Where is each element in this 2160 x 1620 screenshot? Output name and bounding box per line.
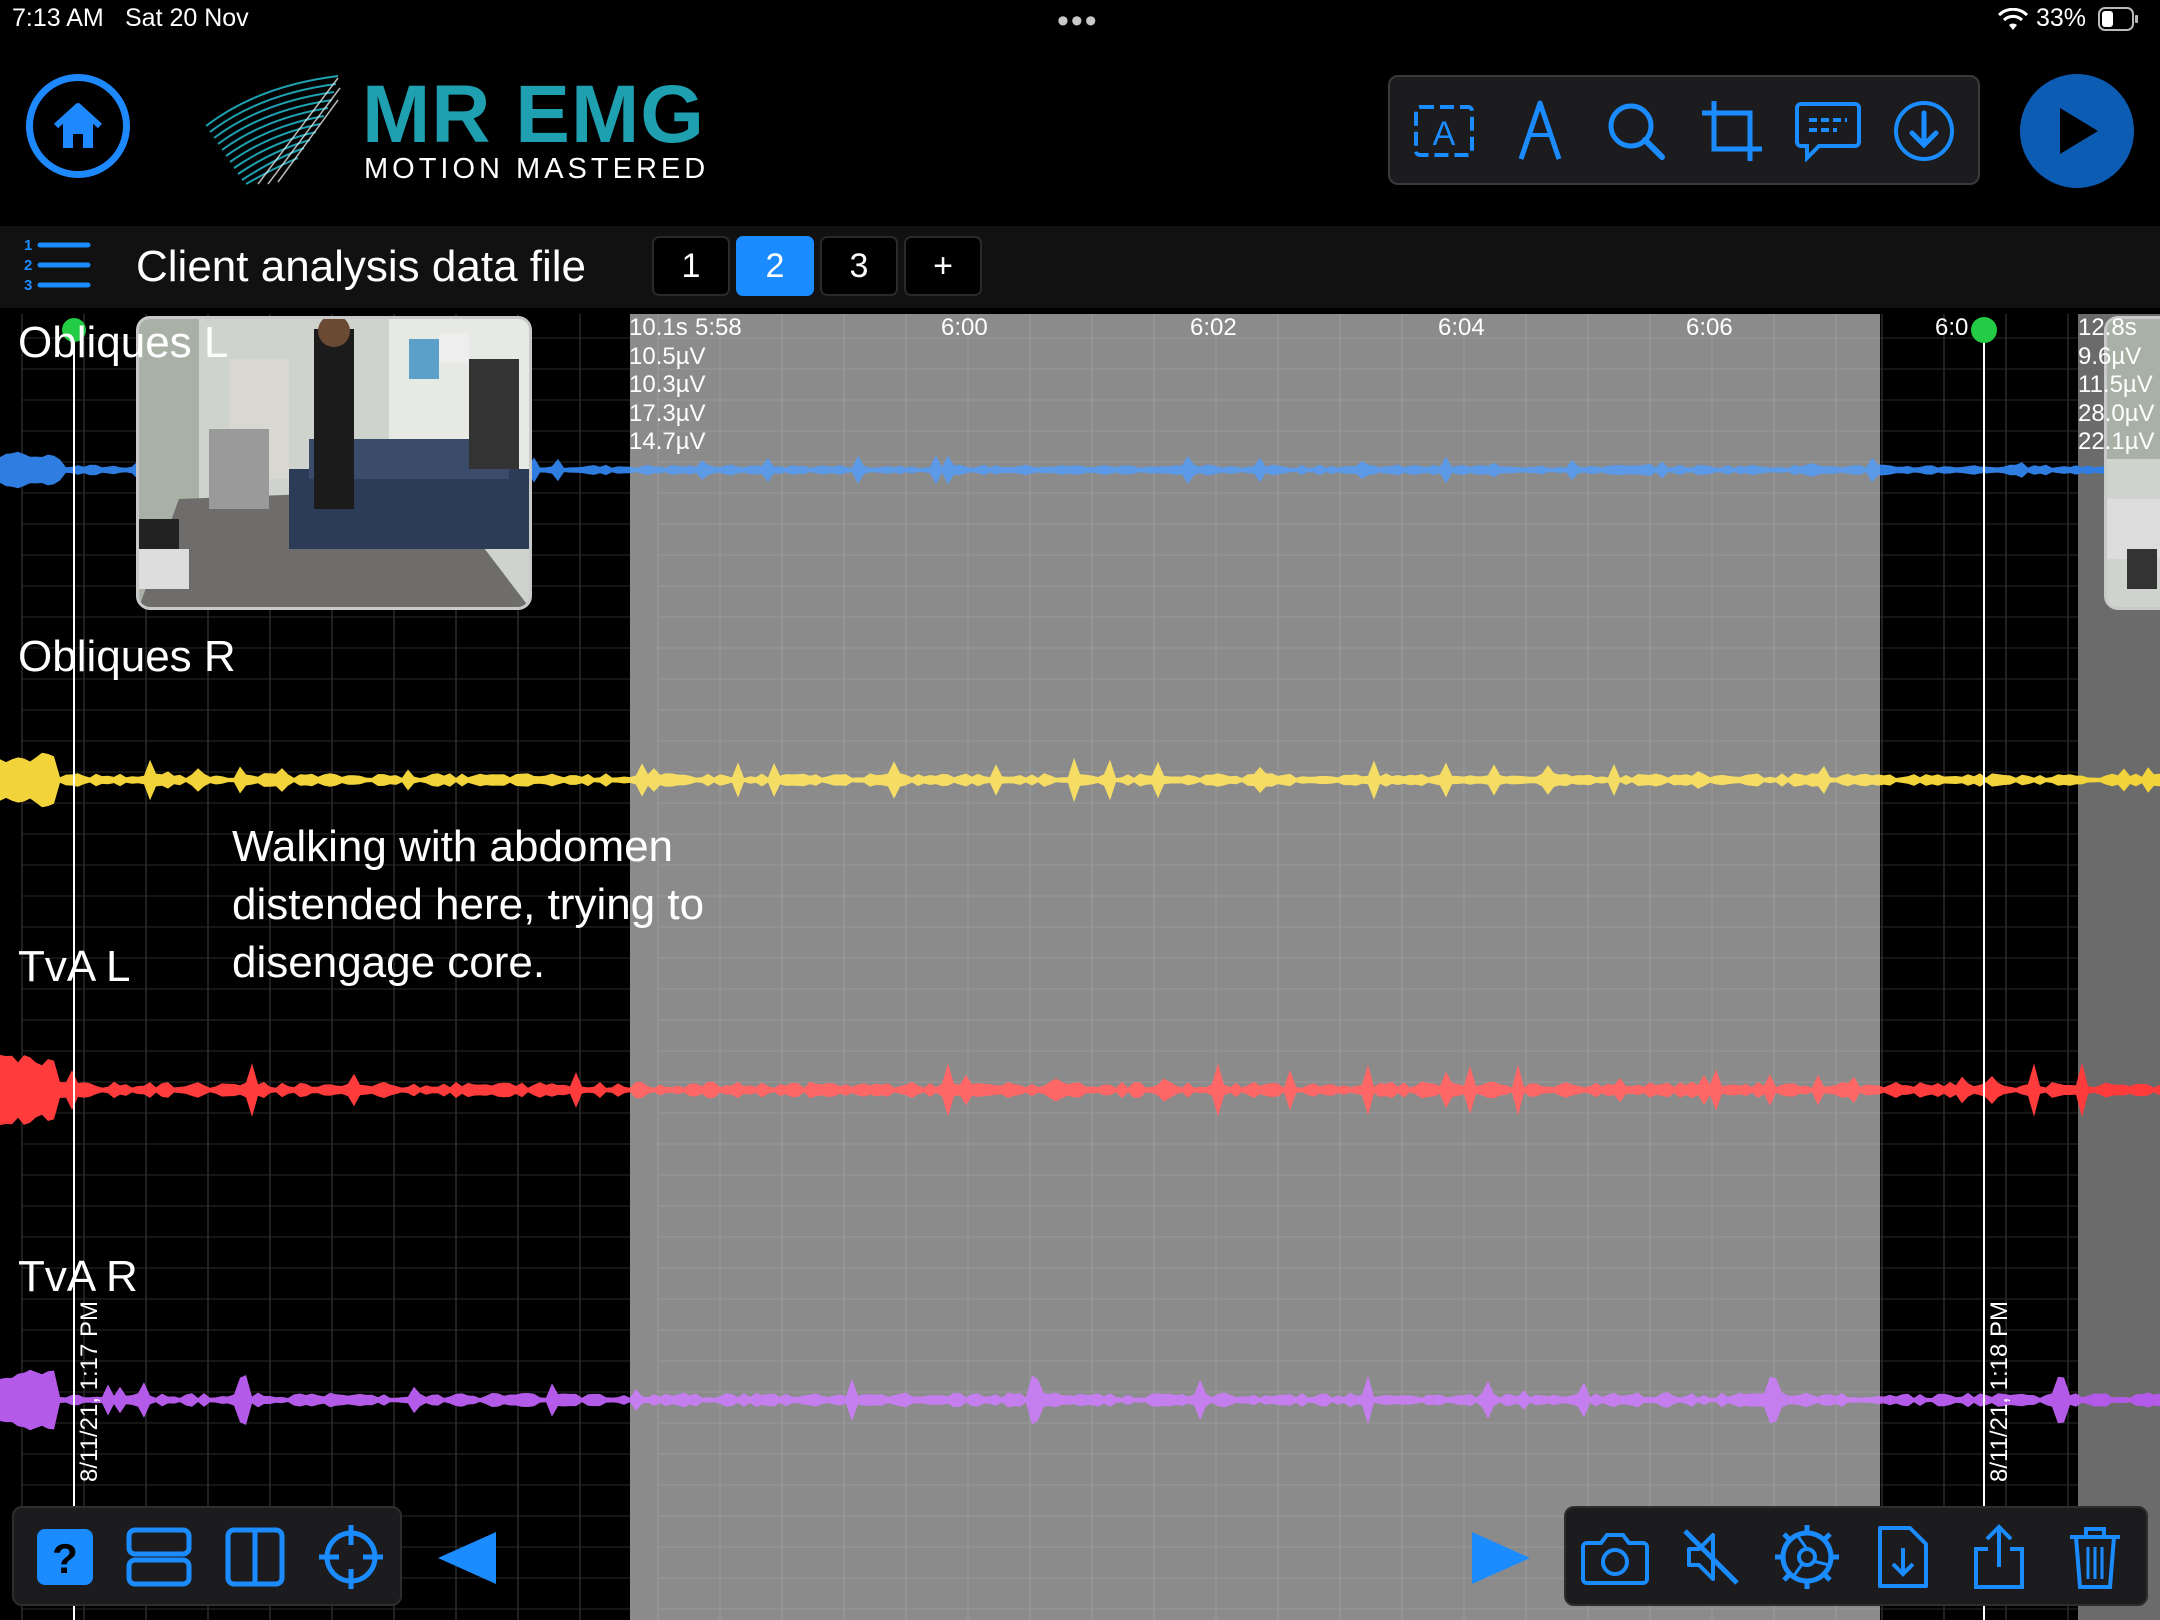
battery-icon (2098, 6, 2140, 37)
mute-icon[interactable] (1676, 1522, 1746, 1592)
crosshair-icon[interactable] (316, 1522, 386, 1592)
share-icon[interactable] (1964, 1522, 2034, 1592)
annotation-note[interactable]: Walking with abdomen distended here, try… (232, 818, 792, 992)
svg-text:1: 1 (24, 237, 32, 254)
stacked-view-icon[interactable] (124, 1522, 194, 1592)
page-tab-3[interactable]: 3 (820, 236, 898, 296)
page-tab-1[interactable]: 1 (652, 236, 730, 296)
readout-right: 12.8s 9.6µV 11.5µV 28.0µV 22.1µV (2078, 314, 2155, 457)
readout-left-value: 10.5µV (629, 342, 706, 370)
timestamp-right: 8/11/21, 1:18 PM (1986, 1300, 2013, 1482)
crop-icon[interactable] (1696, 95, 1768, 167)
annotation-toolbar: A (1388, 75, 1980, 185)
wifi-icon (1997, 7, 2029, 37)
channel-label-obliques-r: Obliques R (18, 632, 236, 681)
status-date: Sat 20 Nov (125, 4, 249, 32)
comment-icon[interactable] (1792, 95, 1864, 167)
camera-icon[interactable] (1580, 1522, 1650, 1592)
page-tab-2[interactable]: 2 (736, 236, 814, 296)
help-icon[interactable]: ? (30, 1522, 100, 1592)
time-tick: 5:58 (695, 314, 742, 341)
add-page-button[interactable]: + (904, 236, 982, 296)
svg-text:A: A (1433, 115, 1456, 153)
selection-tint (630, 314, 1880, 1620)
channel-label-tva-r: TvA R (18, 1252, 138, 1301)
channel-label-obliques-l: Obliques L (18, 318, 229, 367)
file-title: Client analysis data file (136, 242, 587, 291)
channel-label-tva-l: TvA L (18, 942, 131, 991)
pen-icon[interactable] (1504, 95, 1576, 167)
time-tick: 6:04 (1438, 314, 1485, 341)
download-icon[interactable] (1888, 95, 1960, 167)
readout-left-value: 10.3µV (629, 371, 706, 398)
text-box-icon[interactable]: A (1408, 95, 1480, 167)
readout-left-value: 17.3µV (629, 399, 706, 427)
split-view-icon[interactable] (220, 1522, 290, 1592)
play-button[interactable] (2020, 74, 2134, 188)
settings-icon[interactable] (1772, 1522, 1842, 1592)
home-icon (53, 103, 103, 148)
view-toolbar: ? (12, 1506, 402, 1606)
next-arrow-icon[interactable] (1470, 1530, 1532, 1591)
readout-right-value: 28.0µV (2078, 399, 2155, 427)
home-button[interactable] (26, 74, 130, 178)
readout-left-value: 14.7µV (629, 428, 706, 455)
svg-text:2: 2 (24, 257, 32, 274)
logo-mark-icon (205, 75, 341, 185)
time-tick: 6:0 (1935, 314, 1969, 341)
play-icon (2060, 108, 2098, 154)
readout-right-value: 11.5µV (2078, 371, 2153, 398)
readout-right-value: 22.1µV (2078, 428, 2155, 455)
brand-name: MR EMG (362, 69, 706, 160)
battery-percent: 33% (2036, 4, 2087, 32)
search-icon[interactable] (1600, 95, 1672, 167)
page-list-icon[interactable]: 1 2 3 (22, 236, 92, 299)
previous-arrow-icon[interactable] (436, 1530, 498, 1591)
brand-tagline: MOTION MASTERED (364, 153, 710, 185)
readout-right-duration: 12.8s (2078, 314, 2137, 341)
time-tick: 6:02 (1190, 314, 1237, 341)
multitask-dots[interactable]: ••• (1057, 2, 1099, 41)
trash-icon[interactable] (2060, 1522, 2130, 1592)
svg-text:3: 3 (24, 277, 32, 294)
import-icon[interactable] (1868, 1522, 1938, 1592)
svg-text:?: ? (52, 1535, 78, 1582)
action-toolbar (1564, 1506, 2148, 1606)
readout-right-value: 9.6µV (2078, 342, 2142, 370)
cursor-marker-right[interactable] (1971, 317, 1997, 343)
time-tick: 6:06 (1686, 314, 1733, 341)
timestamp-left: 8/11/21, 1:17 PM (76, 1300, 103, 1482)
time-tick: 6:00 (941, 314, 988, 341)
status-time: 7:13 AM (12, 4, 104, 32)
